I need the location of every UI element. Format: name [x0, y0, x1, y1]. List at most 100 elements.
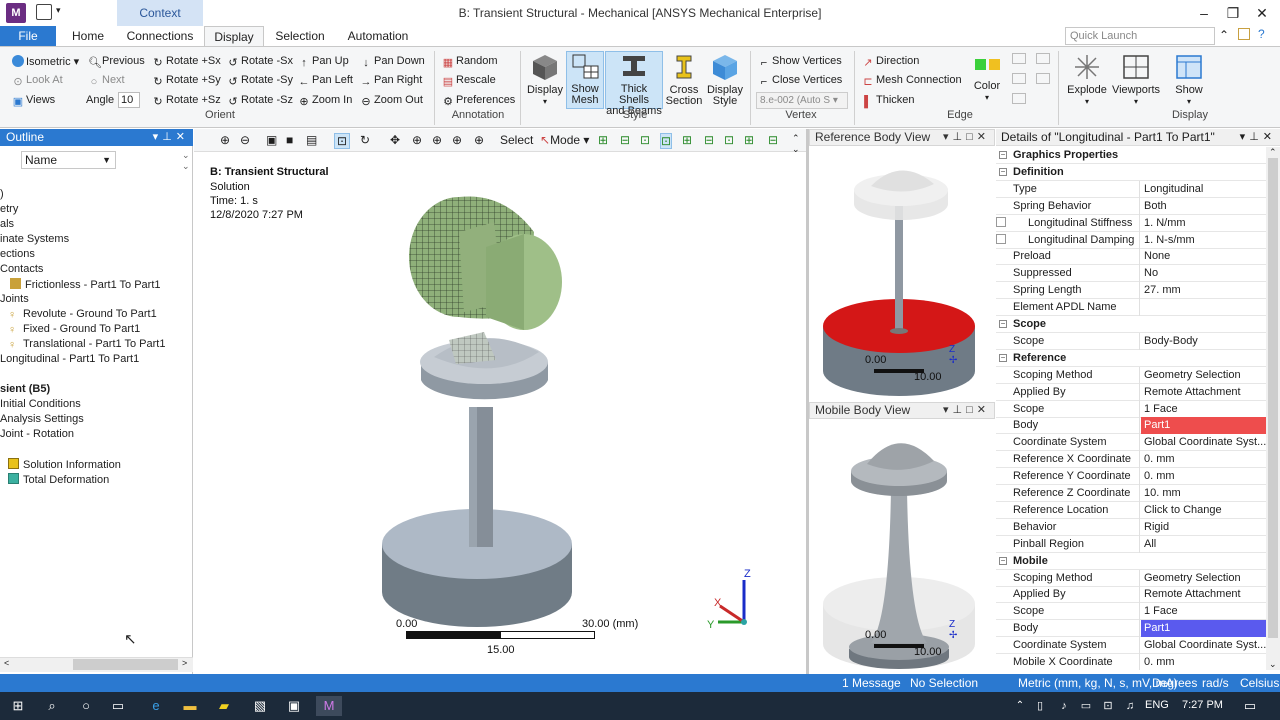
- details-row[interactable]: Spring Behavior Both: [996, 197, 1266, 215]
- close-icon[interactable]: ✕: [1253, 4, 1271, 22]
- fit-icon[interactable]: ⊕: [452, 133, 462, 147]
- scrollbar-thumb[interactable]: [73, 659, 178, 670]
- tab-connections[interactable]: Connections: [122, 26, 198, 47]
- vertex-tolerance-select[interactable]: 8.e-002 (Auto S ▾: [756, 92, 848, 109]
- details-section-header[interactable]: − Definition: [996, 164, 1266, 181]
- details-row[interactable]: Type Longitudinal: [996, 180, 1266, 198]
- people-icon[interactable]: ⌃: [1010, 696, 1030, 716]
- minimize-icon[interactable]: –: [1195, 4, 1213, 22]
- details-section-header[interactable]: − Scope: [996, 316, 1266, 333]
- details-row[interactable]: Pinball Region All: [996, 535, 1266, 553]
- usb-icon[interactable]: ▯: [1030, 696, 1050, 716]
- maximize-icon[interactable]: □: [966, 404, 977, 416]
- edge-style-2-icon[interactable]: [1012, 73, 1026, 84]
- help-question-icon[interactable]: ?: [1258, 27, 1265, 41]
- edge-browser-icon[interactable]: e: [146, 696, 166, 716]
- tree-item-fixed[interactable]: ♀ Fixed - Ground To Part1: [8, 323, 140, 336]
- views-button[interactable]: ▣ Views: [12, 94, 55, 108]
- sticky-app-icon[interactable]: ▰: [214, 696, 234, 716]
- status-messages[interactable]: 1 Message: [842, 674, 901, 692]
- details-row[interactable]: Scope 1 Face: [996, 400, 1266, 418]
- previous-button[interactable]: 🔍︎Previous: [88, 55, 145, 69]
- viewports-button[interactable]: Viewports ▾: [1111, 53, 1161, 107]
- edge-style-4-icon[interactable]: [1036, 53, 1050, 64]
- details-row[interactable]: Preload None: [996, 248, 1266, 266]
- tree-item-total-deformation[interactable]: Total Deformation: [8, 473, 109, 486]
- details-value[interactable]: None: [1141, 248, 1266, 265]
- details-vertical-scrollbar[interactable]: ⌃ ⌄: [1266, 147, 1280, 670]
- details-row[interactable]: Reference Z Coordinate 10. mm: [996, 485, 1266, 502]
- collapse-icon[interactable]: −: [999, 167, 1007, 176]
- show-mesh-button[interactable]: Show Mesh: [566, 51, 604, 109]
- tree-item-contacts[interactable]: Contacts: [0, 263, 43, 275]
- details-row[interactable]: Element APDL Name: [996, 299, 1266, 317]
- rotate-plus-sx-button[interactable]: ↻ Rotate +Sx: [152, 55, 220, 69]
- parameter-checkbox[interactable]: [996, 233, 1006, 244]
- tree-item-initial-conditions[interactable]: Initial Conditions: [0, 398, 81, 410]
- restore-icon[interactable]: ❐: [1224, 4, 1242, 22]
- close-icon[interactable]: ✕: [176, 131, 189, 143]
- details-row[interactable]: Coordinate System Global Coordinate Syst.…: [996, 637, 1266, 655]
- pane-dropdown-icon[interactable]: ▾: [943, 131, 953, 143]
- details-value[interactable]: 1. N/mm: [1141, 215, 1266, 232]
- details-row[interactable]: Reference X Coordinate 0. mm: [996, 451, 1266, 469]
- maximize-icon[interactable]: □: [966, 131, 977, 143]
- details-row[interactable]: Scoping Method Geometry Selection: [996, 569, 1266, 587]
- tree-item-solution-information[interactable]: Solution Information: [8, 458, 121, 471]
- display-button[interactable]: Display ▾: [526, 53, 564, 107]
- zoom-out-button[interactable]: ⊖ Zoom Out: [360, 94, 423, 108]
- explode-button[interactable]: Explode ▾: [1064, 53, 1110, 107]
- mesh-connection-button[interactable]: ⊏ Mesh Connection: [862, 74, 961, 88]
- details-value[interactable]: 0. mm: [1141, 654, 1266, 670]
- tree-item-connections[interactable]: ections: [0, 248, 35, 260]
- display-style-button[interactable]: Display Style: [704, 53, 746, 107]
- details-value[interactable]: 1. N-s/mm: [1141, 232, 1266, 249]
- tree-item-revolute[interactable]: ♀ Revolute - Ground To Part1: [8, 308, 157, 321]
- name-filter-select[interactable]: Name ▼: [21, 151, 116, 169]
- show-button[interactable]: Show ▾: [1166, 53, 1212, 107]
- tree-item-analysis-settings[interactable]: Analysis Settings: [0, 413, 84, 425]
- select-element-icon[interactable]: ⊟: [704, 133, 714, 147]
- battery-icon[interactable]: ▭: [1076, 696, 1096, 716]
- tree-item-geometry[interactable]: etry: [0, 203, 18, 215]
- tab-display[interactable]: Display: [204, 26, 264, 47]
- details-row[interactable]: Longitudinal Damping 1. N-s/mm: [996, 231, 1266, 249]
- details-value[interactable]: 0. mm: [1141, 468, 1266, 485]
- select-mode-icon[interactable]: ⊡: [334, 133, 350, 149]
- zoom-in-button[interactable]: ⊕ Zoom In: [298, 94, 352, 108]
- close-icon[interactable]: ✕: [977, 404, 990, 416]
- pin-icon[interactable]: ⊥: [1249, 131, 1263, 143]
- next-button[interactable]: ○ Next: [88, 74, 125, 88]
- reference-body-view[interactable]: 0.00 10.00 Z ✢: [809, 146, 995, 400]
- tree-item-transient[interactable]: sient (B5): [0, 383, 50, 395]
- thick-shells-beams-button[interactable]: Thick Shells and Beams: [605, 51, 663, 117]
- details-row[interactable]: Reference Location Click to Change: [996, 501, 1266, 519]
- details-row[interactable]: Reference Y Coordinate 0. mm: [996, 468, 1266, 486]
- taskbar-clock[interactable]: 7:27 PM: [1182, 699, 1223, 711]
- look-at-button[interactable]: ⊙ Look At: [12, 74, 62, 88]
- rotate-plus-sz-button[interactable]: ↻ Rotate +Sz: [152, 94, 220, 108]
- rescale-button[interactable]: ▤ Rescale: [442, 74, 496, 88]
- cortana-icon[interactable]: ○: [76, 696, 96, 716]
- select-face-icon[interactable]: ⊡: [640, 133, 650, 147]
- details-section-header[interactable]: − Reference: [996, 350, 1266, 367]
- details-value[interactable]: No: [1141, 265, 1266, 282]
- help-icon[interactable]: [1238, 28, 1250, 40]
- zoom-box-icon[interactable]: ⊖: [240, 133, 250, 147]
- magnify-icon[interactable]: ⊕: [474, 133, 484, 147]
- details-row[interactable]: Behavior Rigid: [996, 518, 1266, 536]
- task-view-icon[interactable]: ▭: [108, 696, 128, 716]
- select-extend-icon[interactable]: ⊟: [768, 133, 778, 147]
- pin-icon[interactable]: ⊥: [953, 404, 967, 416]
- shaded-cube-icon[interactable]: ■: [286, 133, 293, 147]
- pan-down-button[interactable]: ↓ Pan Down: [360, 55, 425, 69]
- select-body-icon[interactable]: ⊡: [660, 133, 673, 149]
- tab-home[interactable]: Home: [62, 26, 114, 47]
- details-value[interactable]: Geometry Selection: [1141, 367, 1266, 384]
- collapse-icon[interactable]: −: [999, 320, 1007, 328]
- tab-file[interactable]: File: [0, 26, 56, 47]
- mic-icon[interactable]: ♪: [1054, 696, 1074, 716]
- tree-item-joints[interactable]: Joints: [0, 293, 29, 305]
- select-edge-icon[interactable]: ⊟: [620, 133, 630, 147]
- details-value[interactable]: Part1: [1141, 417, 1266, 435]
